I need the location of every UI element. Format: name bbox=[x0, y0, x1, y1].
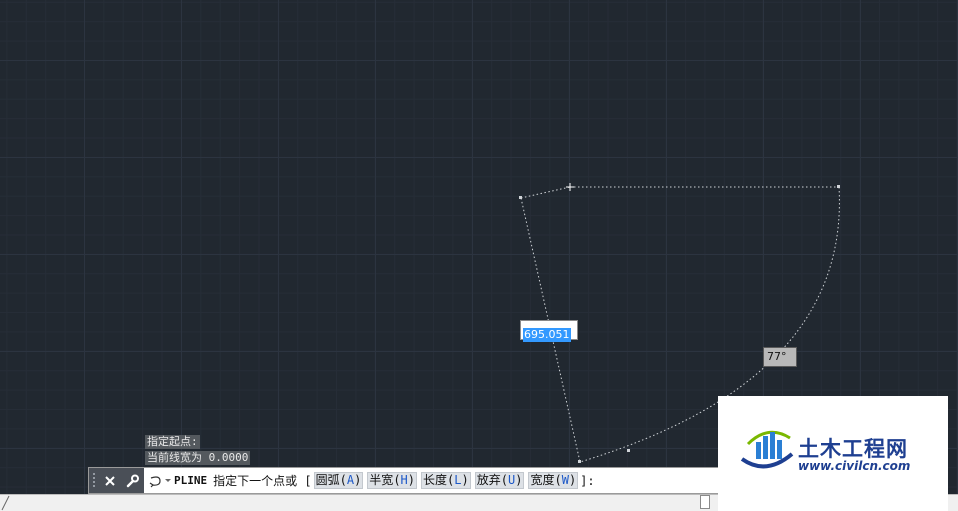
command-line-tools bbox=[89, 468, 144, 493]
command-name: PLINE bbox=[174, 474, 208, 487]
command-text[interactable]: PLINE 指定下一个点或 [ 圆弧(A) 半宽(H) 长度(L) 放弃(U) … bbox=[174, 472, 595, 489]
vertex-marker bbox=[578, 460, 581, 463]
drag-grip[interactable] bbox=[92, 472, 96, 489]
command-history-line: 指定起点: bbox=[145, 435, 200, 449]
option-undo[interactable]: 放弃(U) bbox=[474, 472, 525, 489]
vertex-marker bbox=[837, 185, 840, 188]
option-width[interactable]: 宽度(W) bbox=[528, 472, 579, 489]
angle-tooltip: 77° bbox=[763, 347, 797, 367]
wrench-icon[interactable] bbox=[124, 473, 140, 489]
civilcn-logo-icon bbox=[740, 430, 794, 469]
watermark-url: www.civilcn.com bbox=[798, 459, 911, 473]
command-prompt-text: 指定下一个点或 [ bbox=[213, 474, 312, 488]
vertex-marker bbox=[627, 449, 630, 452]
status-control[interactable] bbox=[700, 495, 710, 509]
command-line[interactable]: PLINE 指定下一个点或 [ 圆弧(A) 半宽(H) 长度(L) 放弃(U) … bbox=[88, 467, 733, 494]
crosshair-cursor bbox=[566, 183, 574, 191]
layout-tab-corner bbox=[1, 495, 10, 511]
vertex-marker bbox=[519, 196, 522, 199]
option-length[interactable]: 长度(L) bbox=[421, 472, 471, 489]
close-icon[interactable] bbox=[102, 473, 118, 489]
option-arc[interactable]: 圆弧(A) bbox=[313, 472, 364, 489]
option-halfwidth[interactable]: 半宽(H) bbox=[367, 472, 418, 489]
chevron-down-icon bbox=[164, 478, 171, 482]
command-prompt-icon[interactable] bbox=[144, 468, 174, 493]
dynamic-length-input[interactable]: 695.051 bbox=[520, 320, 578, 342]
dynamic-length-value: 695.051 bbox=[523, 328, 571, 342]
command-history-line: 当前线宽为 0.0000 bbox=[145, 451, 251, 465]
polyline-segment bbox=[520, 186, 571, 199]
watermark-logo: 土木工程网 www.civilcn.com bbox=[718, 396, 948, 511]
command-suffix: ]: bbox=[580, 473, 595, 488]
